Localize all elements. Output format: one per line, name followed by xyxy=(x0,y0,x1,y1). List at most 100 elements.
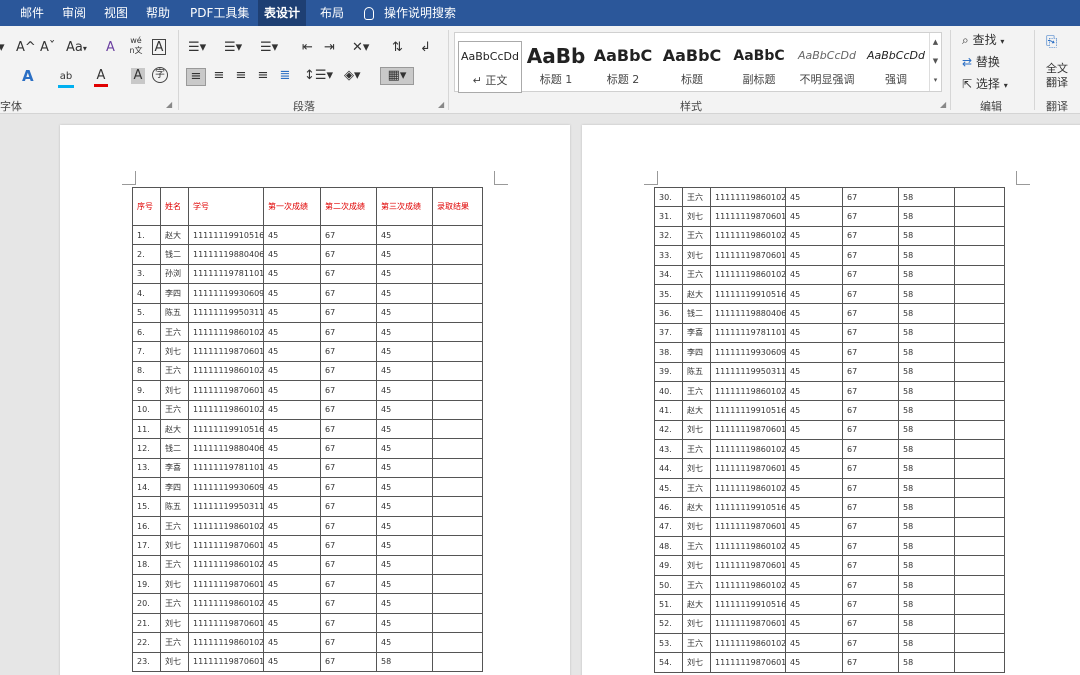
align-left-icon[interactable]: ≡ xyxy=(186,68,206,86)
table-row[interactable]: 10. 王六 11111119860102 45 67 45 xyxy=(132,399,483,420)
header-cell[interactable]: 第一次成绩 xyxy=(263,187,321,226)
dialog-launcher-icon[interactable]: ◢ xyxy=(940,100,946,109)
table-row[interactable]: 46. 赵大 11111119910516 45 67 58 xyxy=(654,497,1005,518)
cell-index[interactable]: 43. xyxy=(654,439,683,460)
cell-student-id[interactable]: 11111119860102 xyxy=(188,515,264,537)
translate-icon[interactable]: ⎘ xyxy=(1046,34,1057,50)
cell-score-1[interactable]: 45 xyxy=(785,439,843,460)
cell-name[interactable]: 王六 xyxy=(682,439,711,460)
cell-student-id[interactable]: 11111119870601 xyxy=(188,651,264,672)
table-row[interactable]: 40. 王六 11111119860102 45 67 58 xyxy=(654,380,1005,402)
cell-score-3[interactable]: 45 xyxy=(376,593,433,614)
cell-score-2[interactable]: 67 xyxy=(320,438,377,459)
cell-score-3[interactable]: 45 xyxy=(376,515,433,537)
cell-score-3[interactable]: 45 xyxy=(376,438,433,459)
cell-result[interactable] xyxy=(954,303,1005,324)
cell-student-id[interactable]: 11111119870601 xyxy=(710,613,786,634)
cell-student-id[interactable]: 11111119870601 xyxy=(188,612,264,634)
table-row[interactable]: 12. 钱二 11111119880406 45 67 45 xyxy=(132,438,483,459)
cell-result[interactable] xyxy=(954,361,1005,382)
cell-score-3[interactable]: 58 xyxy=(898,342,955,363)
table-row[interactable]: 4. 李四 11111119930609 45 67 45 xyxy=(132,283,483,304)
cell-score-3[interactable]: 58 xyxy=(898,477,955,499)
cell-student-id[interactable]: 11111119880406 xyxy=(188,244,264,265)
cell-score-1[interactable]: 45 xyxy=(263,244,321,265)
cell-score-2[interactable]: 67 xyxy=(842,361,899,382)
table-row[interactable]: 41. 赵大 11111119910516 45 67 58 xyxy=(654,400,1005,421)
cell-result[interactable] xyxy=(432,244,483,265)
cell-score-3[interactable]: 58 xyxy=(898,264,955,285)
cell-score-3[interactable]: 58 xyxy=(898,613,955,634)
cell-student-id[interactable]: 11111119880406 xyxy=(710,303,786,324)
cell-name[interactable]: 赵大 xyxy=(160,418,189,440)
cell-index[interactable]: 8. xyxy=(132,360,161,382)
cell-index[interactable]: 54. xyxy=(654,652,683,673)
cell-name[interactable]: 王六 xyxy=(682,477,711,499)
cell-score-2[interactable]: 67 xyxy=(842,497,899,518)
cell-score-2[interactable]: 67 xyxy=(842,186,899,208)
cell-score-3[interactable]: 45 xyxy=(376,244,433,265)
cell-student-id[interactable]: 11111119860102 xyxy=(188,399,264,420)
cell-score-3[interactable]: 45 xyxy=(376,612,433,634)
table-row[interactable]: 3. 孙浏 11111119781101 45 67 45 xyxy=(132,263,483,285)
cell-score-3[interactable]: 58 xyxy=(898,283,955,305)
cell-name[interactable]: 钱二 xyxy=(160,244,189,265)
cell-name[interactable]: 赵大 xyxy=(682,283,711,305)
table-row[interactable]: 19. 刘七 11111119870601 45 67 45 xyxy=(132,574,483,595)
cell-index[interactable]: 51. xyxy=(654,594,683,615)
cell-score-1[interactable]: 45 xyxy=(785,303,843,324)
cell-score-1[interactable]: 45 xyxy=(263,593,321,614)
cell-index[interactable]: 3. xyxy=(132,263,161,285)
cell-student-id[interactable]: 11111119870601 xyxy=(710,555,786,576)
cell-index[interactable]: 13. xyxy=(132,457,161,479)
cell-score-3[interactable]: 58 xyxy=(898,206,955,227)
cell-result[interactable] xyxy=(432,283,483,304)
highlight-icon[interactable]: ab xyxy=(58,68,74,88)
cell-score-2[interactable]: 67 xyxy=(842,516,899,538)
cell-student-id[interactable]: 11111119910516 xyxy=(710,497,786,518)
cell-score-2[interactable]: 67 xyxy=(842,322,899,344)
cell-result[interactable] xyxy=(432,418,483,440)
cell-student-id[interactable]: 11111119860102 xyxy=(188,321,264,343)
header-cell[interactable]: 姓名 xyxy=(160,187,189,226)
full-text-translate-button[interactable]: 全文 翻译 xyxy=(1046,62,1068,90)
scroll-up-icon[interactable]: ▲ xyxy=(930,33,941,52)
cell-score-1[interactable]: 45 xyxy=(785,497,843,518)
multilevel-list-icon[interactable]: ☰▾ xyxy=(260,40,278,56)
cell-score-3[interactable]: 58 xyxy=(898,225,955,247)
cell-student-id[interactable]: 11111119781101 xyxy=(188,263,264,285)
cell-student-id[interactable]: 11111119870601 xyxy=(710,206,786,227)
cell-score-2[interactable]: 67 xyxy=(320,399,377,420)
cell-score-1[interactable]: 45 xyxy=(785,536,843,557)
cell-score-1[interactable]: 45 xyxy=(785,322,843,344)
table-row[interactable]: 38. 李四 11111119930609 45 67 58 xyxy=(654,342,1005,363)
cell-name[interactable]: 王六 xyxy=(160,399,189,420)
cell-name[interactable]: 王六 xyxy=(682,264,711,285)
cell-student-id[interactable]: 11111119930609 xyxy=(188,283,264,304)
cell-score-1[interactable]: 45 xyxy=(263,283,321,304)
cell-score-3[interactable]: 45 xyxy=(376,496,433,517)
cell-index[interactable]: 4. xyxy=(132,283,161,304)
cell-score-1[interactable]: 45 xyxy=(785,419,843,441)
cell-score-1[interactable]: 45 xyxy=(785,186,843,208)
cell-score-2[interactable]: 67 xyxy=(842,555,899,576)
cell-score-3[interactable]: 45 xyxy=(376,477,433,498)
cell-score-3[interactable]: 45 xyxy=(376,535,433,556)
table-row[interactable]: 13. 李喜 11111119781101 45 67 45 xyxy=(132,457,483,479)
cell-score-1[interactable]: 45 xyxy=(263,360,321,382)
cell-score-1[interactable]: 45 xyxy=(785,458,843,479)
cell-result[interactable] xyxy=(432,593,483,614)
cell-name[interactable]: 李四 xyxy=(160,283,189,304)
cell-score-3[interactable]: 58 xyxy=(898,536,955,557)
cell-index[interactable]: 32. xyxy=(654,225,683,247)
cell-score-1[interactable]: 45 xyxy=(263,515,321,537)
scores-table[interactable]: 序号 姓名 学号 第一次成绩 第二次成绩 第三次成绩 录取结果 1. 赵大 11111119910… xyxy=(132,187,483,672)
table-row[interactable]: 47. 刘七 11111119870601 45 67 58 xyxy=(654,516,1005,538)
cell-score-2[interactable]: 67 xyxy=(320,263,377,285)
cell-score-3[interactable]: 58 xyxy=(898,380,955,402)
cell-name[interactable]: 刘七 xyxy=(160,574,189,595)
cell-name[interactable]: 陈五 xyxy=(682,361,711,382)
cell-score-3[interactable]: 45 xyxy=(376,399,433,420)
cell-score-1[interactable]: 45 xyxy=(263,341,321,362)
cell-index[interactable]: 5. xyxy=(132,302,161,323)
